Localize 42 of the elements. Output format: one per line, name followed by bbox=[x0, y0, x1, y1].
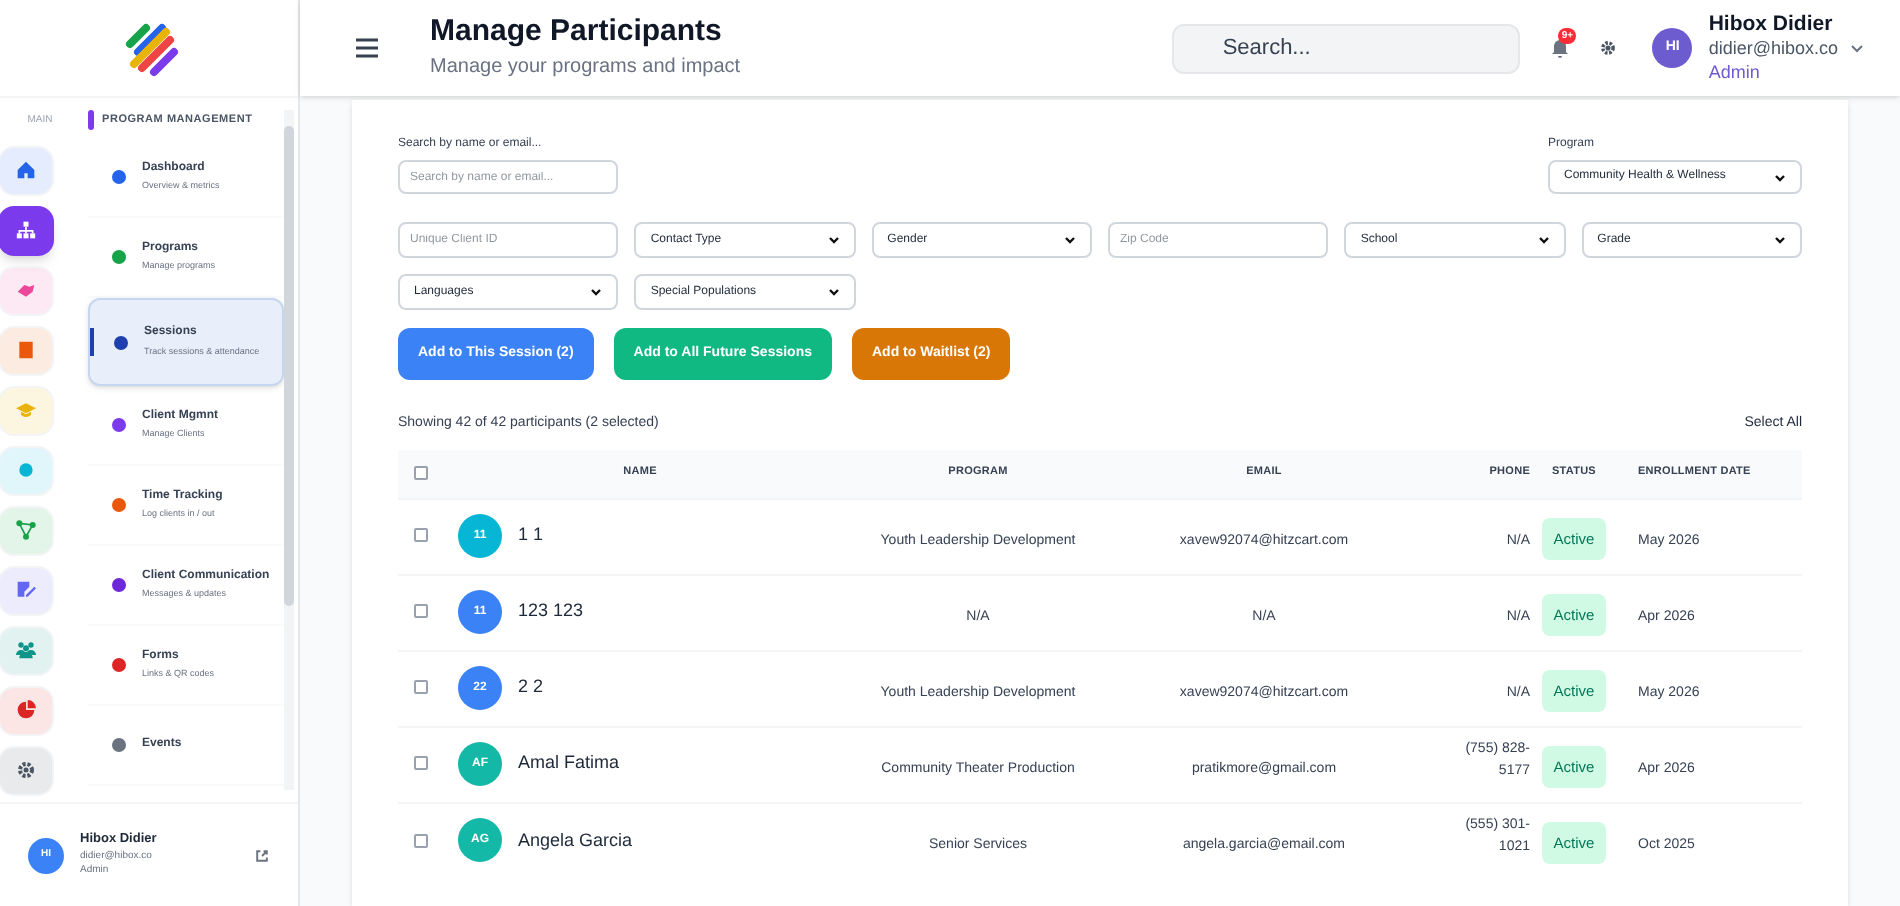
page-subtitle: Manage your programs and impact bbox=[430, 53, 741, 82]
chevron-down-icon[interactable] bbox=[1850, 43, 1864, 53]
participant-name: 1 1 bbox=[518, 522, 544, 549]
rail-button[interactable] bbox=[0, 505, 54, 555]
row-checkbox[interactable] bbox=[414, 680, 428, 695]
rail-button[interactable] bbox=[0, 625, 54, 675]
chevron-down-icon bbox=[1064, 236, 1076, 244]
participant-name: Amal Fatima bbox=[518, 750, 620, 777]
row-checkbox[interactable] bbox=[414, 833, 428, 848]
row-checkbox[interactable] bbox=[414, 756, 428, 771]
bell-icon[interactable] bbox=[1552, 39, 1569, 57]
rail-button[interactable] bbox=[0, 685, 54, 735]
rail-button[interactable] bbox=[0, 265, 54, 315]
page-title: Manage Participants bbox=[430, 14, 724, 52]
chevron-down-icon bbox=[590, 288, 603, 296]
external-link-icon[interactable] bbox=[254, 847, 270, 863]
participant-name: 2 2 bbox=[518, 674, 544, 701]
scrollbar[interactable] bbox=[284, 110, 294, 790]
participant-name: Angela Garcia bbox=[518, 827, 633, 854]
rail-button[interactable] bbox=[0, 145, 54, 195]
rail-button[interactable] bbox=[0, 325, 54, 375]
header-checkbox[interactable] bbox=[414, 465, 428, 480]
rail-button[interactable] bbox=[0, 745, 54, 795]
gear-icon[interactable] bbox=[1600, 40, 1617, 56]
rail-button[interactable] bbox=[0, 205, 54, 255]
user-role: Admin bbox=[1708, 61, 1762, 84]
row-checkbox[interactable] bbox=[414, 528, 428, 543]
active-indicator bbox=[90, 328, 94, 356]
search-field[interactable]: Search... bbox=[1172, 23, 1521, 73]
sitemap-icon bbox=[16, 220, 36, 240]
participant-name: 123 123 bbox=[518, 598, 584, 625]
chevron-down-icon bbox=[1774, 236, 1786, 244]
chevron-down-icon bbox=[827, 288, 840, 296]
chevron-down-icon bbox=[827, 236, 840, 244]
chevron-down-icon bbox=[1774, 173, 1786, 181]
user-name: Hibox Didier bbox=[1708, 12, 1835, 39]
section-marker bbox=[88, 110, 94, 130]
menu-icon[interactable] bbox=[356, 38, 378, 58]
row-checkbox[interactable] bbox=[414, 604, 428, 619]
rail-button[interactable] bbox=[0, 565, 54, 615]
chevron-down-icon bbox=[1537, 236, 1550, 244]
user-email: didier@hibox.co bbox=[1708, 38, 1838, 62]
